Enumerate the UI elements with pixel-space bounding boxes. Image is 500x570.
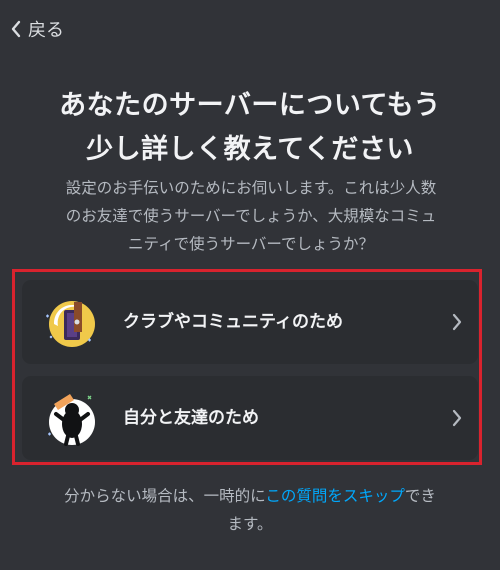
footer-text: 分からない場合は、一時的にこの質問をスキップでき ます。 [20, 482, 480, 538]
option-club-community-button[interactable]: クラブやコミュニティのため [22, 280, 478, 364]
subtitle-line-1: 設定のお手伝いのためにお伺いします。これは少人数 [65, 179, 437, 197]
back-label: 戻る [28, 20, 64, 41]
page-subtitle: 設定のお手伝いのためにお伺いします。これは少人数 のお友達で使うサーバーでしょう… [28, 174, 474, 258]
option-friends-button[interactable]: 自分と友達のため [22, 376, 478, 460]
subtitle-line-3: ニティで使うサーバーでしょうか？ [128, 235, 374, 253]
back-button[interactable]: 戻る [10, 16, 64, 42]
page-title: あなたのサーバーについてもう 少し詳しく教えてください [0, 84, 500, 172]
club-community-icon [46, 301, 95, 347]
subtitle-line-2: のお友達で使うサーバーでしょうか、大規模なコミュ [65, 207, 437, 225]
chevron-right-icon [452, 409, 462, 427]
option-friends-label: 自分と友達のため [123, 408, 259, 428]
skip-question-link[interactable]: この質問をスキップ [265, 487, 405, 505]
option-club-community-label: クラブやコミュニティのため [123, 312, 343, 332]
footer-suffix-1: でき [404, 487, 436, 505]
title-line-2: 少し詳しく教えてください [86, 134, 414, 165]
chevron-left-icon [11, 20, 21, 38]
footer-suffix-2: ます。 [227, 515, 273, 533]
footer-prefix: 分からない場合は、一時的に [64, 487, 266, 505]
chevron-right-icon [452, 313, 462, 331]
friends-icon [48, 394, 95, 446]
title-line-1: あなたのサーバーについてもう [59, 90, 441, 121]
